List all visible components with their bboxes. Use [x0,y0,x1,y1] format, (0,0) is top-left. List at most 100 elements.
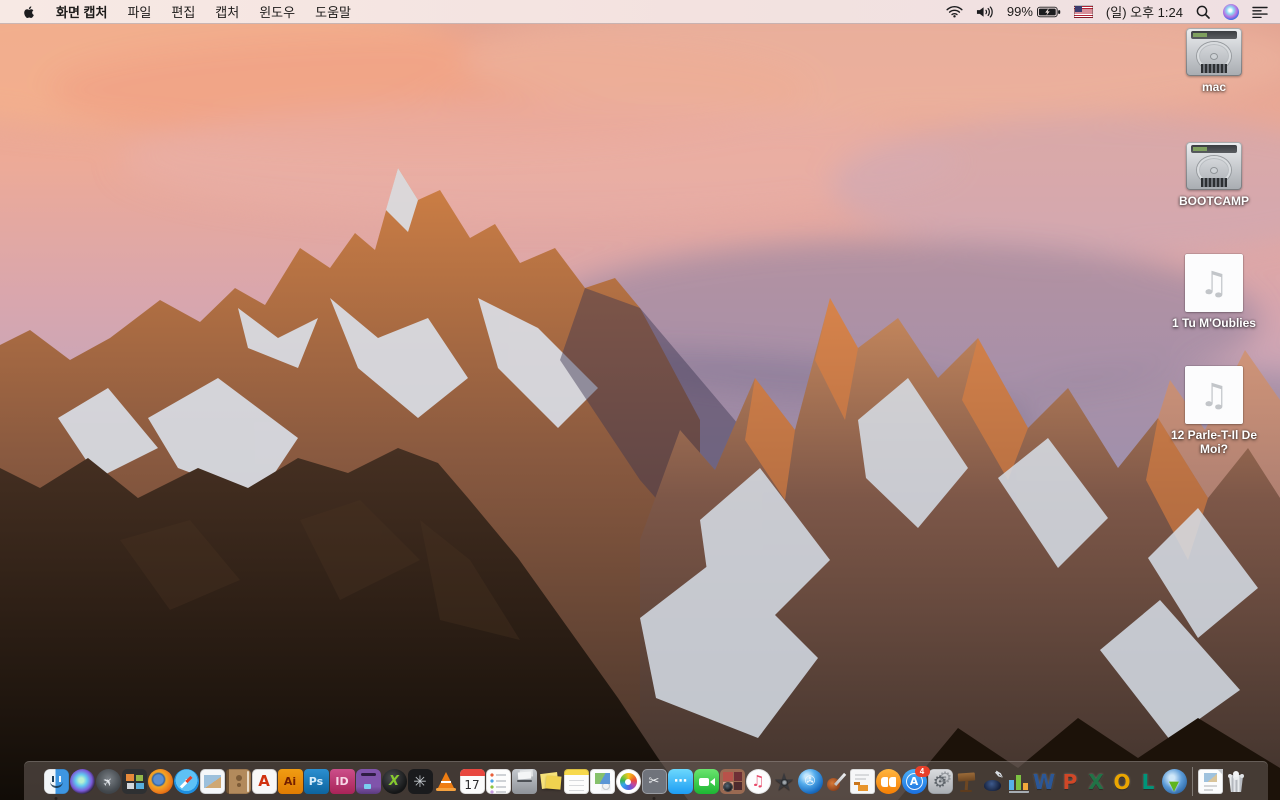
outlook-icon[interactable]: O [1110,769,1135,794]
contacts-icon[interactable] [225,769,251,794]
facetime-icon[interactable] [693,769,719,794]
volume-icon[interactable] [976,5,994,18]
audio-file-icon: ♫ [1185,366,1243,424]
app-store-glyph: A [909,775,919,788]
grab-icon[interactable]: ✂ [641,769,667,800]
ms-autoupdate-icon[interactable]: ▼ [1161,769,1187,794]
drive-vents [1201,64,1227,73]
itunes-icon[interactable]: ♫ [745,769,771,794]
aperture-icon[interactable]: ✳ [407,769,433,794]
drive-vents [1201,178,1227,187]
imovie-glyph: ★ [773,767,795,796]
dvd-player-icon[interactable]: ✇ [797,769,823,794]
numbers-09-icon[interactable] [1005,769,1031,794]
ibooks-icon[interactable] [875,769,901,794]
menu-capture[interactable]: 캡처 [205,2,249,21]
preview-icon[interactable] [199,769,225,794]
keynote-09-glyph [960,789,972,792]
launchpad-glyph: ✈ [99,772,117,791]
desktop-icon-bootcamp[interactable]: BOOTCAMP [1156,142,1272,209]
wifi-icon[interactable] [946,5,963,18]
acrobat-reader-icon[interactable]: A [251,769,277,794]
app-store-icon[interactable]: A4 [901,766,930,794]
menu-help[interactable]: 도움말 [305,2,361,21]
finder-icon[interactable] [43,769,69,800]
drive-pcb [1191,31,1237,39]
illustrator-glyph: Ai [283,775,297,788]
menu-file[interactable]: 파일 [117,2,161,21]
mission-control-icon[interactable] [121,769,147,794]
lync-icon[interactable]: L [1136,769,1161,794]
trash-icon[interactable] [1224,769,1249,794]
aperture-glyph: ✳ [413,771,427,791]
wallpaper-art [0,0,1280,800]
garageband-icon[interactable] [824,769,849,794]
hard-drive-icon [1186,142,1242,190]
keynote-09-icon[interactable] [954,769,979,794]
powerpoint-glyph: P [1062,769,1078,794]
itunes-glyph: ♫ [751,772,765,790]
desktop-icon-label: 12 Parle-T-Il De Moi? [1170,428,1258,456]
desktop-icon-audio-1[interactable]: ♫ 1 Tu M'Oublies [1156,254,1272,331]
drive-pcb [1191,145,1237,153]
apple-icon [24,5,34,18]
battery-status[interactable]: 99% [1007,4,1061,19]
music-note-icon: ♫ [1199,376,1229,414]
desktop-icon-audio-2[interactable]: ♫ 12 Parle-T-Il De Moi? [1156,366,1272,457]
powerpoint-icon[interactable]: P [1058,769,1083,794]
siri-icon[interactable] [69,769,95,794]
system-preferences-icon[interactable]: ⚙ [927,769,953,794]
green-x-app-icon[interactable]: X [381,769,407,794]
excel-icon[interactable]: X [1084,769,1109,794]
photo-booth-icon[interactable] [719,769,745,794]
apple-menu[interactable] [12,5,46,19]
launchpad-icon[interactable]: ✈ [95,769,121,794]
messages-icon[interactable]: ⋯ [667,769,693,794]
menu-bar: 화면 캡처 파일 편집 캡처 윈도우 도움말 99% (일) 오후 1:24 [0,0,1280,24]
photoshop-glyph: Ps [308,775,324,788]
clock[interactable]: (일) 오후 1:24 [1106,2,1183,21]
pages-09-icon[interactable]: ✒ [980,766,1007,794]
active-app-menu[interactable]: 화면 캡처 [46,2,117,21]
siri-icon[interactable] [1223,3,1239,20]
toast-icon[interactable] [355,769,381,794]
acrobat-reader-glyph: A [258,772,270,790]
outlook-glyph: O [1113,769,1131,794]
dvd-player-glyph: ✇ [804,774,816,789]
document-file-icon[interactable] [1197,769,1223,794]
notes-icon[interactable] [563,769,589,794]
word-icon[interactable]: W [1032,769,1057,794]
battery-percent: 99% [1006,4,1033,19]
notification-center-icon[interactable] [1252,6,1268,18]
menu-window[interactable]: 윈도우 [249,2,305,21]
dock: ✈ A Ai Ps ID X ✳ 17 ✂ ⋯ ♫ ★ ✇ A 4 ⚙ ✒ W P X O L ▼ [24,761,1268,800]
hard-drive-icon [1186,28,1242,76]
calendar-icon[interactable]: 17 [459,769,485,794]
messages-glyph: ⋯ [674,774,687,789]
firefox-icon[interactable] [147,769,173,794]
desktop-icon-mac[interactable]: mac [1156,28,1272,95]
desktop-icon-label: mac [1201,80,1227,94]
ms-autoupdate-glyph: ▼ [1169,779,1179,794]
greeting-card-icon[interactable] [589,769,615,794]
audio-file-icon: ♫ [1185,254,1243,312]
illustrator-icon[interactable]: Ai [277,769,303,794]
imovie-icon[interactable]: ★ [772,769,797,794]
menu-bar-left: 화면 캡처 파일 편집 캡처 윈도우 도움말 [0,2,361,21]
unarchiver-icon[interactable] [849,769,875,794]
stickies-icon[interactable] [538,769,563,794]
mail-drop-icon[interactable] [511,769,537,794]
photoshop-icon[interactable]: Ps [303,769,329,794]
music-note-icon: ♫ [1199,264,1229,302]
menu-edit[interactable]: 편집 [161,2,205,21]
green-x-app-glyph: X [388,774,400,789]
safari-icon[interactable] [173,769,199,794]
vlc-icon[interactable] [434,769,459,794]
reminders-icon[interactable] [485,769,511,794]
input-source-flag-icon[interactable] [1073,5,1093,18]
photos-icon[interactable] [615,769,641,794]
menu-bar-right: 99% (일) 오후 1:24 [946,2,1280,21]
spotlight-icon[interactable] [1196,5,1210,19]
indesign-glyph: ID [335,775,349,788]
indesign-icon[interactable]: ID [329,769,355,794]
